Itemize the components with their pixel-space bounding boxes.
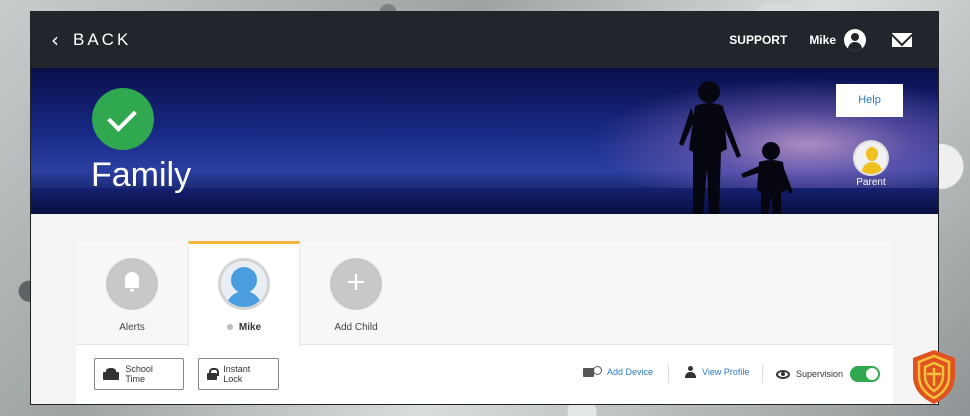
tab-add-child[interactable]: + Add Child <box>300 241 412 344</box>
user-account-icon[interactable] <box>844 29 866 51</box>
top-bar: ‹ BACK SUPPORT Mike <box>31 12 938 68</box>
tab-label: Add Child <box>334 322 378 333</box>
back-button[interactable]: ‹ BACK <box>51 30 131 50</box>
divider <box>762 365 763 383</box>
school-time-label: School Time <box>125 364 153 384</box>
tab-child-mike[interactable]: Mike <box>188 241 300 346</box>
divider <box>668 365 669 383</box>
action-bar: School Time Instant Lock Add Device View… <box>76 345 893 403</box>
school-time-button[interactable]: School Time <box>94 358 184 390</box>
alerts-circle <box>106 258 158 310</box>
tab-label: Mike <box>189 322 299 333</box>
child-avatar <box>218 258 270 310</box>
top-right-controls: SUPPORT Mike <box>729 12 912 68</box>
instant-lock-button[interactable]: Instant Lock <box>198 358 279 390</box>
tab-alerts[interactable]: Alerts <box>76 241 188 344</box>
member-panel: Alerts Mike + Add Child School Time Inst… <box>76 241 893 404</box>
supervision-label: Supervision <box>796 369 844 379</box>
parent-profile[interactable]: Parent <box>849 140 893 188</box>
parent-child-silhouette <box>679 81 793 214</box>
status-check-badge <box>92 88 154 150</box>
page-title: Family <box>91 156 192 194</box>
view-profile-label: View Profile <box>702 367 750 377</box>
add-device-link[interactable]: Add Device <box>583 366 653 377</box>
support-link[interactable]: SUPPORT <box>729 33 787 47</box>
watermark-logo-icon <box>913 350 955 404</box>
school-time-icon <box>103 368 120 380</box>
tab-label: Alerts <box>119 322 145 333</box>
parent-label: Parent <box>856 177 886 188</box>
family-banner: Family Help Parent <box>31 68 938 214</box>
mail-icon[interactable] <box>892 33 912 47</box>
plus-icon: + <box>345 267 367 297</box>
add-device-label: Add Device <box>607 366 654 377</box>
bell-icon <box>125 272 139 292</box>
back-label: BACK <box>73 30 132 49</box>
child-avatar-body <box>226 291 262 307</box>
child-name: Mike <box>238 322 262 333</box>
eye-icon <box>776 369 790 379</box>
person-icon <box>685 366 696 378</box>
checkmark-icon <box>107 102 137 132</box>
view-profile-link[interactable]: View Profile <box>685 366 749 378</box>
status-dot <box>226 324 233 331</box>
help-button[interactable]: Help <box>836 84 903 117</box>
username-label[interactable]: Mike <box>809 33 836 47</box>
child-avatar-icon <box>231 267 257 293</box>
add-child-circle: + <box>330 258 382 310</box>
instant-lock-label: Instant Lock <box>223 364 251 384</box>
supervision-control: Supervision <box>776 366 881 382</box>
supervision-toggle[interactable] <box>850 366 881 382</box>
chevron-left-icon: ‹ <box>51 28 59 52</box>
app-window: ‹ BACK SUPPORT Mike Family Help Parent A… <box>31 12 938 404</box>
member-tabs: Alerts Mike + Add Child <box>76 241 893 346</box>
parent-avatar-icon <box>853 140 889 176</box>
add-device-icon <box>583 366 602 377</box>
lock-icon <box>207 368 220 380</box>
